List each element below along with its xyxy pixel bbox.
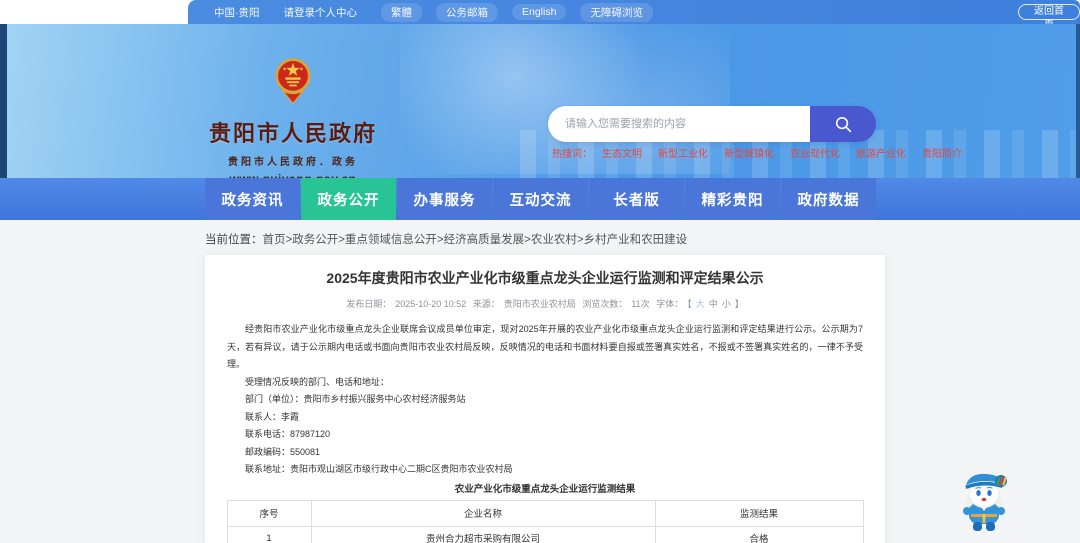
hot-search-label: 热搜词：	[552, 149, 592, 160]
views-label: 浏览次数：	[582, 299, 628, 309]
font-size-small-button[interactable]: 小	[722, 299, 731, 309]
search-bar	[548, 106, 876, 142]
topbar-item-china-guiyang[interactable]: 中国·贵阳	[214, 5, 260, 20]
col-header-result: 监测结果	[654, 499, 864, 527]
hot-word-intro[interactable]: 贵阳简介	[922, 145, 962, 160]
article-title: 2025年度贵阳市农业产业化市级重点龙头企业运行监测和评定结果公示	[326, 270, 764, 286]
article-line-department: 部门（单位）：贵阳市乡村振兴服务中心农村经济服务站	[245, 394, 466, 404]
site-title: 贵阳市人民政府	[208, 121, 377, 146]
search-button[interactable]	[810, 106, 876, 142]
row-index: 1	[226, 525, 312, 543]
font-size-large-button[interactable]: 大	[696, 299, 705, 309]
topbar-item-mailbox[interactable]: 公务邮箱	[436, 2, 498, 22]
national-emblem-icon	[275, 58, 311, 105]
back-home-button[interactable]: 返回首页	[1018, 4, 1080, 31]
breadcrumb-label: 当前位置：	[205, 234, 263, 246]
font-size-medium-button[interactable]: 中	[709, 299, 718, 309]
source-value: 贵阳市农业农村局	[503, 299, 576, 309]
hot-word-agriculture[interactable]: 农业现代化	[790, 145, 840, 160]
top-bar: 中国·贵阳 请登录个人中心 繁體 公务邮箱 English 无障碍浏览 返回首页	[0, 0, 1080, 31]
nav-item-elderly[interactable]: 长者版	[589, 178, 684, 220]
col-header-company: 企业名称	[310, 499, 656, 527]
hot-word-industry[interactable]: 新型工业化	[658, 145, 708, 160]
table-header-row: 序号 企业名称 监测结果	[226, 499, 864, 527]
site-logo-block: 贵阳市人民政府 贵阳市人民政府．政务 www.guiyang.gov.cn	[202, 56, 384, 178]
nav-item-highlights[interactable]: 精彩贵阳	[685, 178, 780, 220]
hot-word-ecology[interactable]: 生态文明	[602, 145, 642, 160]
topbar-item-english[interactable]: English	[512, 4, 567, 20]
breadcrumb: 当前位置：首页>政务公开>重点领域信息公开>经济高质量发展>农业农村>乡村产业和…	[205, 231, 687, 247]
article-line-contact-person: 联系人：李霞	[245, 411, 300, 422]
header-banner: 贵阳市人民政府 贵阳市人民政府．政务 www.guiyang.gov.cn 热搜…	[0, 24, 1080, 178]
mascot-eye	[987, 490, 992, 496]
search-icon	[835, 116, 851, 132]
row-company: 贵州合力超市采购有限公司	[310, 525, 656, 543]
hot-search-row: 热搜词： 生态文明 新型工业化 新型城镇化 农业现代化 旅游产业化 贵阳简介	[552, 145, 978, 160]
mascot-mouth	[981, 497, 987, 502]
search-input[interactable]	[548, 106, 810, 142]
hot-word-urbanization[interactable]: 新型城镇化	[724, 145, 774, 160]
font-bracket-close: 】	[734, 299, 744, 309]
nav-item-gov-open[interactable]: 政务公开	[301, 178, 396, 220]
table-caption: 农业产业化市级重点龙头企业运行监测结果	[454, 483, 636, 495]
publish-date-label: 发布日期：	[346, 299, 392, 309]
article-card: 2025年度贵阳市农业产业化市级重点龙头企业运行监测和评定结果公示 发布日期： 2…	[205, 255, 885, 543]
breadcrumb-path[interactable]: 首页>政务公开>重点领域信息公开>经济高质量发展>农业农村>乡村产业和农田建设	[263, 234, 688, 246]
monitoring-results-table: 序号 企业名称 监测结果 1 贵州合力超市采购有限公司 合格 2 贵州友禾种业有…	[226, 499, 864, 543]
nav-item-gov-data[interactable]: 政府数据	[781, 178, 876, 220]
article-line-contact-intro: 受理情况反映的部门、电话和地址：	[245, 376, 390, 387]
article-meta: 发布日期： 2025-10-20 10:52 来源： 贵阳市农业农村局 浏览次数： 1…	[205, 297, 885, 310]
topbar-item-traditional[interactable]: 繁體	[381, 2, 422, 22]
views-value: 11次	[631, 299, 650, 309]
font-bracket-open: 【	[687, 299, 692, 309]
row-result: 合格	[654, 525, 864, 543]
article-line-postcode: 邮政编码：550081	[245, 446, 321, 457]
nav-item-services[interactable]: 办事服务	[397, 178, 492, 220]
mascot-assistant[interactable]	[952, 468, 1016, 534]
article-paragraph: 经贵阳市农业产业化市级重点龙头企业联席会议成员单位审定，现对2025年开展的农业…	[227, 324, 863, 369]
table-row: 1 贵州合力超市采购有限公司 合格	[226, 525, 864, 543]
article-line-address: 联系地址：贵阳市观山湖区市级行政中心二期C区贵阳市农业农村局	[245, 464, 513, 474]
site-subtitle: 贵阳市人民政府．政务	[228, 157, 358, 168]
topbar-item-login[interactable]: 请登录个人中心	[284, 5, 358, 20]
hot-word-tourism[interactable]: 旅游产业化	[856, 145, 906, 160]
publish-date: 2025-10-20 10:52	[395, 299, 467, 309]
article-line-phone: 联系电话：87987120	[245, 429, 331, 439]
nav-item-interaction[interactable]: 互动交流	[493, 178, 588, 220]
nav-item-news[interactable]: 政务资讯	[205, 178, 300, 220]
main-navigation: 政务资讯 政务公开 办事服务 互动交流 长者版 精彩贵阳 政府数据	[0, 178, 1080, 220]
article-body: 经贵阳市农业产业化市级重点龙头企业联席会议成员单位审定，现对2025年开展的农业…	[227, 321, 863, 479]
font-size-label: 字体：	[656, 299, 684, 309]
topbar-item-accessibility[interactable]: 无障碍浏览	[580, 2, 653, 22]
top-bar-links: 中国·贵阳 请登录个人中心 繁體 公务邮箱 English 无障碍浏览 返回首页	[188, 0, 1080, 31]
mascot-eye	[976, 490, 981, 496]
col-header-index: 序号	[226, 499, 312, 527]
source-label: 来源：	[472, 299, 500, 309]
